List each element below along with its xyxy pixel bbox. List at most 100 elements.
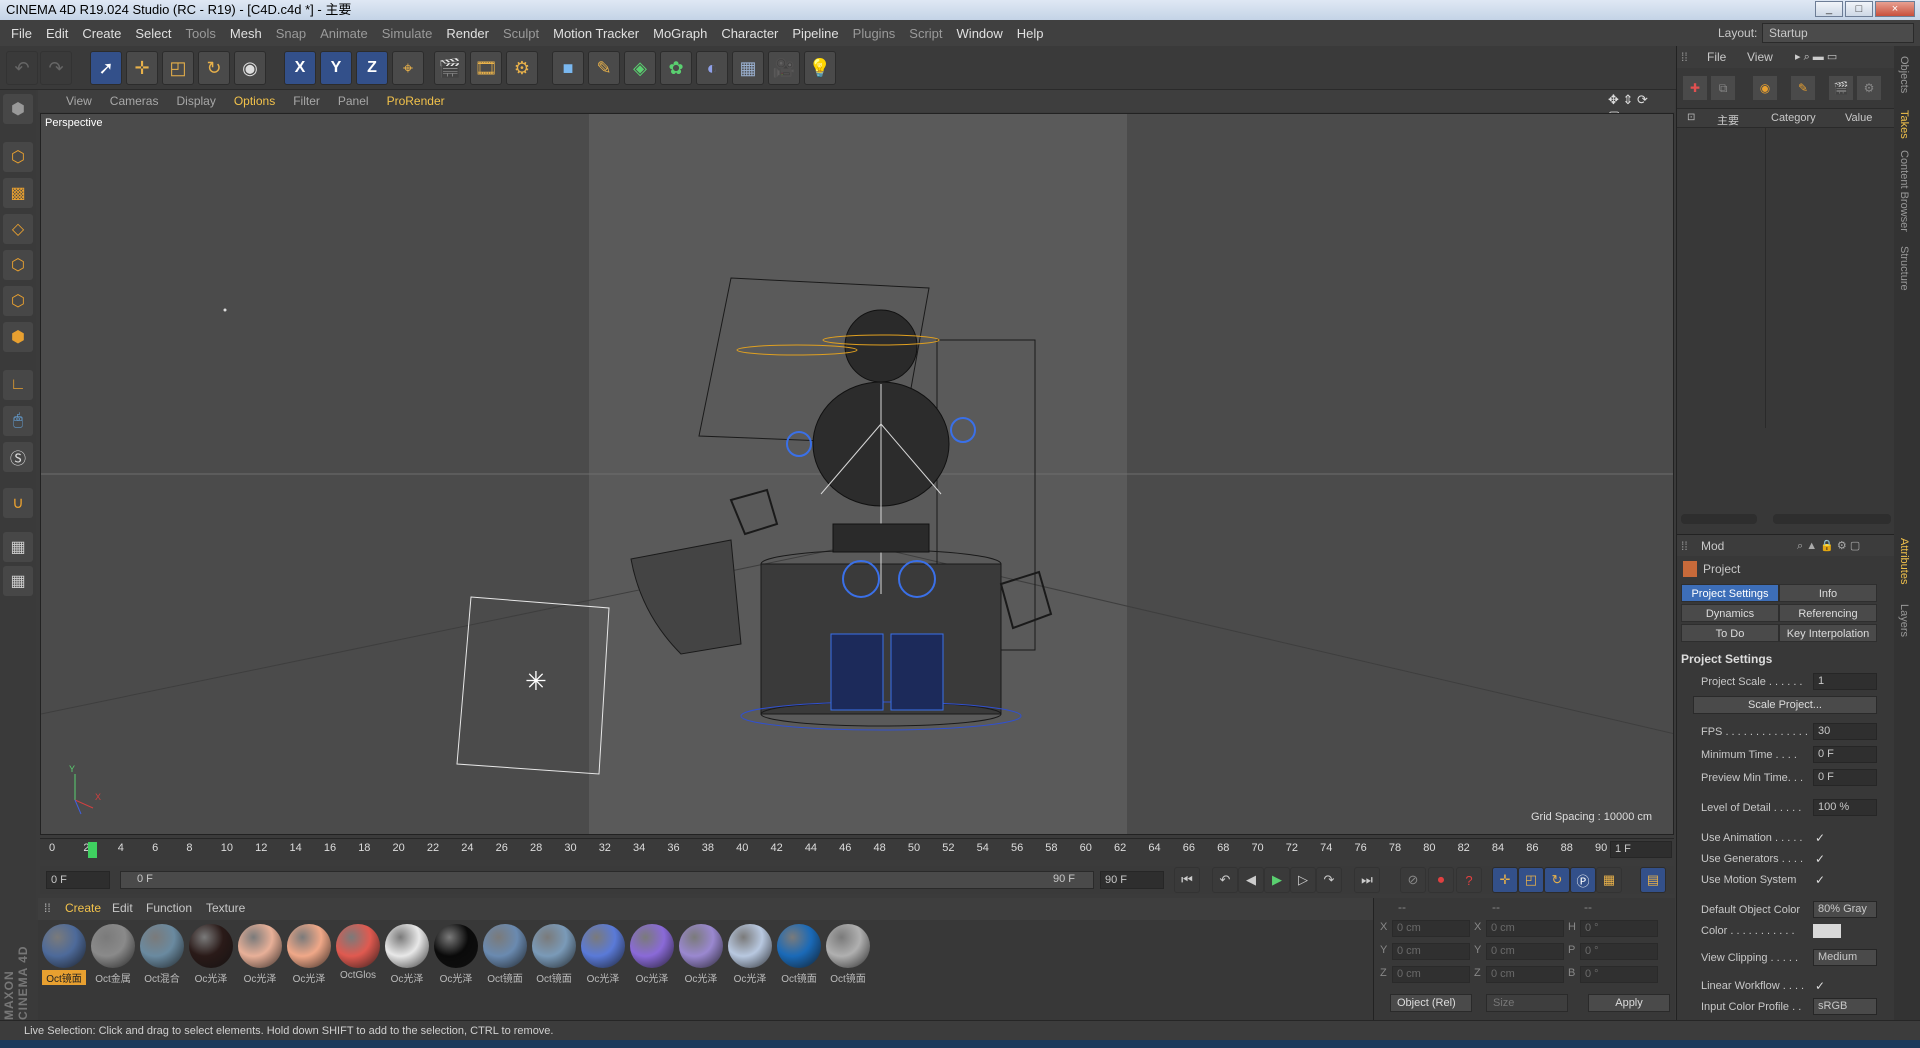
material-item[interactable]: Oct混合 — [140, 924, 184, 985]
material-item[interactable]: Oc光泽 — [728, 924, 772, 985]
menu-edit[interactable]: Edit — [39, 26, 75, 41]
cube-icon[interactable]: ■ — [552, 51, 584, 85]
apply-button[interactable]: Apply — [1588, 994, 1670, 1012]
override-icon[interactable]: ✎ — [1791, 76, 1815, 100]
material-menu-create[interactable]: Create — [65, 901, 101, 915]
menu-animate[interactable]: Animate — [313, 26, 375, 41]
viewport-menu-cameras[interactable]: Cameras — [110, 94, 159, 108]
key-scale-icon[interactable]: ◰ — [1518, 867, 1544, 893]
key-parameter-icon[interactable]: Ⓟ — [1570, 867, 1596, 893]
current-frame-field[interactable]: 1 F — [1610, 841, 1672, 858]
material-item[interactable]: Oct镜面 — [532, 924, 576, 985]
level-of-detail-field[interactable]: 100 % — [1813, 799, 1877, 816]
recent-tool-icon[interactable]: ◉ — [234, 51, 266, 85]
side-tab-attributes[interactable]: Attributes — [1898, 538, 1910, 584]
tab-key-interpolation[interactable]: Key Interpolation — [1779, 624, 1877, 642]
tab-to-do[interactable]: To Do — [1681, 624, 1779, 642]
add-take-icon[interactable]: ✚ — [1683, 76, 1707, 100]
viewport-menu-display[interactable]: Display — [176, 94, 215, 108]
coord-field[interactable]: 0 ° — [1580, 943, 1658, 960]
planar-workplane-icon[interactable]: ▦ — [3, 566, 33, 596]
material-item[interactable]: Oct镜面 — [826, 924, 870, 985]
material-item[interactable]: Oct金属 — [91, 924, 135, 985]
y-axis-lock-button[interactable]: Y — [320, 51, 352, 85]
tab-referencing[interactable]: Referencing — [1779, 604, 1877, 622]
attributes-handle[interactable]: ⁞⁞ — [1681, 539, 1688, 553]
edges-mode-icon[interactable]: ⬡ — [3, 286, 33, 316]
tab-dynamics[interactable]: Dynamics — [1681, 604, 1779, 622]
play-icon[interactable]: ▶ — [1264, 867, 1290, 893]
playhead[interactable] — [88, 842, 97, 858]
viewport-menu-options[interactable]: Options — [234, 94, 275, 108]
material-item[interactable]: Oc光泽 — [287, 924, 331, 985]
menu-create[interactable]: Create — [75, 26, 128, 41]
previous-key-icon[interactable]: ↶ — [1212, 867, 1238, 893]
deformer-icon[interactable]: ◐ — [696, 51, 728, 85]
material-menu-texture[interactable]: Texture — [206, 901, 245, 915]
menu-select[interactable]: Select — [128, 26, 178, 41]
x-axis-lock-button[interactable]: X — [284, 51, 316, 85]
menu-help[interactable]: Help — [1010, 26, 1051, 41]
next-key-icon[interactable]: ↷ — [1316, 867, 1342, 893]
viewport-perspective[interactable]: ✳ Perspective Grid Spacing : 10000 cm Y … — [40, 113, 1674, 835]
viewport-menu-prorender[interactable]: ProRender — [387, 94, 445, 108]
material-item[interactable]: Oc光泽 — [581, 924, 625, 985]
maximize-button[interactable]: □ — [1845, 1, 1873, 17]
points-mode-icon[interactable]: ⬡ — [3, 250, 33, 280]
material-item[interactable]: Oc光泽 — [189, 924, 233, 985]
take-settings-icon[interactable]: ⚙ — [1857, 76, 1881, 100]
preview-range-slider[interactable]: 0 F 90 F — [120, 871, 1094, 889]
key-position-icon[interactable]: ✛ — [1492, 867, 1518, 893]
coord-field[interactable]: 0 cm — [1392, 966, 1470, 983]
material-item[interactable]: Oct镜面 — [777, 924, 821, 985]
menu-mograph[interactable]: MoGraph — [646, 26, 714, 41]
snap-icon[interactable]: ∪ — [3, 488, 33, 518]
project-scale-field[interactable]: 1 — [1813, 673, 1877, 690]
light-icon[interactable]: 💡 — [804, 51, 836, 85]
viewport-menu-view[interactable]: View — [66, 94, 92, 108]
start-frame-field[interactable]: 0 F — [46, 871, 110, 889]
tab-info[interactable]: Info — [1779, 584, 1877, 602]
tweak-icon[interactable]: 🖱 — [3, 406, 33, 436]
pen-icon[interactable]: ✎ — [588, 51, 620, 85]
material-item[interactable]: Oc光泽 — [434, 924, 478, 985]
material-item[interactable]: OctGlos — [336, 924, 380, 984]
go-to-end-icon[interactable]: ⏭ — [1354, 867, 1380, 893]
material-item[interactable]: Oc光泽 — [679, 924, 723, 985]
menu-pipeline[interactable]: Pipeline — [785, 26, 845, 41]
previous-frame-icon[interactable]: ◀ — [1238, 867, 1264, 893]
use-animation-checkbox[interactable]: ✓ — [1815, 828, 1825, 848]
take-main[interactable]: 主要 — [1717, 112, 1739, 128]
color-swatch[interactable] — [1813, 924, 1841, 938]
takes-scrollbar-right[interactable] — [1773, 514, 1891, 524]
render-view-icon[interactable]: 🎬 — [434, 51, 466, 85]
attributes-toolbar-icon[interactable]: ⌕ ▲ 🔒 ⚙ ▢ — [1797, 539, 1860, 553]
key-rotation-icon[interactable]: ↻ — [1544, 867, 1570, 893]
material-item[interactable]: Oct镜面 — [483, 924, 527, 985]
render-settings-icon[interactable]: ⚙ — [506, 51, 538, 85]
objects-menu-file[interactable]: File — [1707, 50, 1726, 64]
menu-window[interactable]: Window — [950, 26, 1010, 41]
keyframe-selection-icon[interactable]: ? — [1456, 867, 1482, 893]
move-icon[interactable]: ✛ — [126, 51, 158, 85]
minimize-button[interactable]: _ — [1815, 1, 1843, 17]
next-frame-icon[interactable]: ▷ — [1290, 867, 1316, 893]
polygons-mode-icon[interactable]: ⬢ — [3, 322, 33, 352]
coord-field[interactable]: 0 cm — [1486, 920, 1564, 937]
coord-field[interactable]: 0 cm — [1486, 943, 1564, 960]
solo-icon[interactable]: Ⓢ — [3, 442, 33, 472]
takes-scrollbar-left[interactable] — [1681, 514, 1757, 524]
lock-workplane-icon[interactable]: ▦ — [3, 532, 33, 562]
preview-min-time-field[interactable]: 0 F — [1813, 769, 1877, 786]
side-tab-objects[interactable]: Objects — [1898, 56, 1910, 93]
material-item[interactable]: Oc光泽 — [630, 924, 674, 985]
record-key-icon[interactable]: ⊘ — [1400, 867, 1426, 893]
tab-project-settings[interactable]: Project Settings — [1681, 584, 1779, 602]
subdivision-icon[interactable]: ◈ — [624, 51, 656, 85]
coord-field[interactable]: 0 ° — [1580, 920, 1658, 937]
linear-workflow-checkbox[interactable]: ✓ — [1815, 976, 1825, 996]
coordinate-system-icon[interactable]: ⌖ — [392, 51, 424, 85]
fps-field[interactable]: 30 — [1813, 723, 1877, 740]
axis-mode-icon[interactable]: ∟ — [3, 370, 33, 400]
workplane-icon[interactable]: ◇ — [3, 214, 33, 244]
